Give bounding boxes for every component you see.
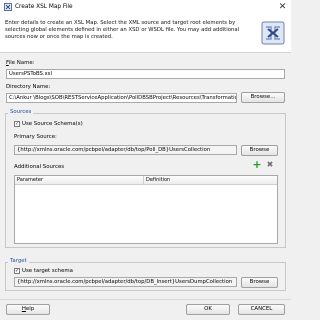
file-name-label: File Name: (6, 60, 34, 66)
footer-divider (0, 299, 291, 300)
additional-sources-label: Additional Sources (14, 164, 65, 170)
file-name-input[interactable]: UsersPSToBS.xsl (6, 69, 285, 79)
use-source-schema-checkbox[interactable]: ✓ (14, 121, 20, 127)
column-parameter[interactable]: Parameter (17, 177, 43, 183)
column-divider (143, 176, 144, 184)
column-definition[interactable]: Definition (146, 177, 170, 183)
help-button[interactable]: Help (6, 304, 50, 315)
primary-source-browse-button[interactable]: Browse (241, 145, 278, 156)
target-browse-button[interactable]: Browse (241, 277, 278, 288)
primary-source-field[interactable]: {http://xmlns.oracle.com/pcbpel/adapter/… (14, 145, 237, 155)
use-target-schema-label: Use target schema (22, 268, 73, 274)
use-target-schema-checkbox[interactable]: ✓ (14, 268, 20, 274)
window-title: Create XSL Map File (15, 4, 73, 10)
directory-name-label: Directory Name: (6, 84, 51, 90)
use-source-schema-label: Use Source Schema(s) (22, 121, 83, 127)
help-label: elp (25, 306, 35, 312)
remove-source-icon[interactable]: ✖ (265, 160, 275, 170)
sources-legend: Sources (8, 109, 34, 115)
directory-name-input[interactable]: C:\Ankur \Blogs\SOB\RESTServiceApplicati… (6, 93, 237, 103)
cancel-button[interactable]: CANCEL (238, 304, 285, 315)
add-source-icon[interactable]: + (252, 159, 262, 170)
intro-text: Enter details to create an XSL Map. Sele… (5, 20, 240, 40)
directory-browse-button[interactable]: Browse... (241, 92, 285, 103)
close-icon[interactable]: ✕ (276, 1, 289, 13)
ok-button[interactable]: OK (186, 304, 230, 315)
additional-sources-table: Parameter Definition (14, 175, 278, 244)
table-header: Parameter Definition (15, 176, 277, 185)
xsl-map-icon (4, 3, 12, 11)
file-name-label-text: ile Name: (8, 60, 35, 66)
xsl-map-logo-icon (261, 21, 285, 45)
target-schema-field[interactable]: {http://xmlns.oracle.com/pcbpel/adapter/… (14, 277, 237, 287)
primary-source-label: Primary Source: (14, 134, 57, 140)
target-legend: Target (8, 258, 29, 264)
